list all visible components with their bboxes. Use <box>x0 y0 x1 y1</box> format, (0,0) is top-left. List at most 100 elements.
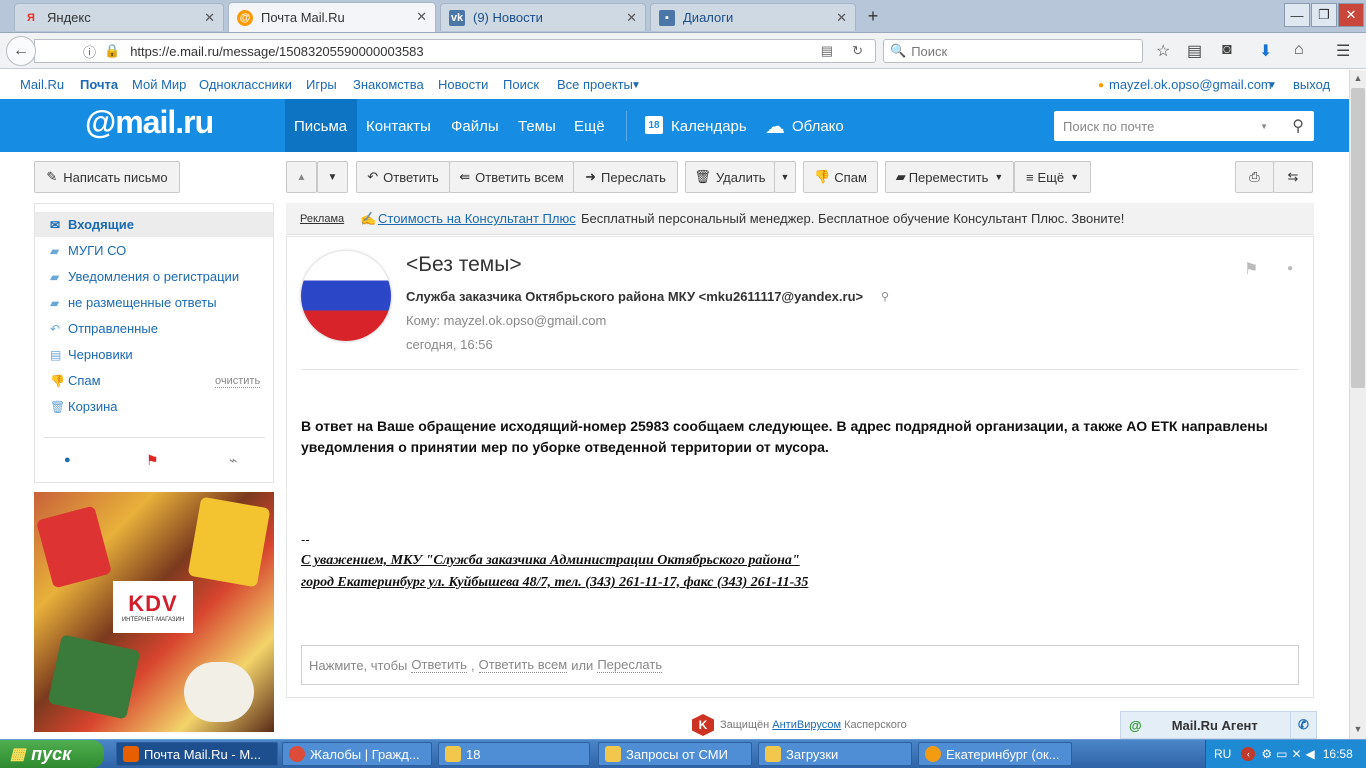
search-icon[interactable]: ⚲ <box>1292 116 1304 136</box>
home-icon[interactable]: ⌂ <box>1294 41 1304 59</box>
ad-label[interactable]: Реклама <box>300 213 344 225</box>
user-email[interactable]: mayzel.ok.opso@gmail.com <box>1109 77 1272 92</box>
close-icon[interactable]: ✕ <box>626 10 637 26</box>
pocket-icon[interactable]: ◙ <box>1222 41 1232 59</box>
spam-clear-link[interactable]: очистить <box>215 375 261 388</box>
back-button[interactable]: ← <box>6 36 36 66</box>
delete-button[interactable]: 🗑 Удалить <box>685 161 775 193</box>
nav-themes[interactable]: Темы <box>518 118 556 135</box>
taskbar-item-downloads[interactable]: Загрузки <box>758 742 912 766</box>
chevron-down-icon[interactable]: ▼ <box>1260 122 1268 131</box>
quick-forward-link[interactable]: Переслать <box>597 657 663 673</box>
window-close-button[interactable]: ✕ <box>1338 3 1364 27</box>
maximize-button[interactable]: ❐ <box>1311 3 1337 27</box>
tab-mailru[interactable]: @ Почта Mail.Ru ✕ <box>228 2 436 32</box>
more-button[interactable]: ≡ Ещё ▼ <box>1014 161 1091 193</box>
unread-filter-icon[interactable]: ● <box>64 454 71 466</box>
link-games[interactable]: Игры <box>306 77 337 92</box>
layout-button[interactable]: ⇆ <box>1273 161 1313 193</box>
reply-button[interactable]: ↶ Ответить <box>356 161 450 193</box>
reply-all-button[interactable]: ⇚ Ответить всем <box>449 161 574 193</box>
close-icon[interactable]: ✕ <box>836 10 847 26</box>
folder-spam[interactable]: 👎 Спам <box>50 373 101 388</box>
network-icon[interactable]: ⚙ <box>1261 747 1272 761</box>
flag-filter-icon[interactable]: ⚑ <box>146 452 159 469</box>
bookmark-icon[interactable]: ⚑ <box>1244 259 1258 279</box>
new-tab-button[interactable]: + <box>862 6 884 26</box>
language-indicator[interactable]: RU <box>1214 747 1231 761</box>
nav-files[interactable]: Файлы <box>451 118 499 135</box>
info-icon[interactable]: ⓘ <box>83 42 96 61</box>
quick-reply-box[interactable]: Нажмите, чтобы Ответить, Ответить всем и… <box>301 645 1299 685</box>
quick-reply-link[interactable]: Ответить <box>411 657 467 673</box>
url-text[interactable]: https://e.mail.ru/message/15083205590000… <box>130 44 423 59</box>
reader-icon[interactable]: ▤ <box>821 43 833 59</box>
tab-yandex[interactable]: Я Яндекс ✕ <box>14 3 224 31</box>
scroll-thumb[interactable] <box>1351 88 1365 388</box>
nav-contacts[interactable]: Контакты <box>366 118 431 135</box>
taskbar-item-mail[interactable]: Почта Mail.Ru - M... <box>116 742 278 766</box>
tray-arrow-icon[interactable]: ‹ <box>1241 747 1256 761</box>
move-button[interactable]: ▰ Переместить ▼ <box>885 161 1014 193</box>
folder-inbox[interactable]: ✉ Входящие <box>50 217 134 232</box>
prev-message-button[interactable]: ▲ <box>286 161 317 193</box>
link-mailru[interactable]: Mail.Ru <box>20 77 64 92</box>
menu-icon[interactable]: ☰ <box>1336 41 1350 61</box>
compose-button[interactable]: ✎ Написать письмо <box>34 161 180 193</box>
url-bar[interactable]: ⓘ 🔒 https://e.mail.ru/message/1508320559… <box>34 39 876 63</box>
folder-sent[interactable]: ↶ Отправленные <box>50 321 158 336</box>
link-pochta[interactable]: Почта <box>80 77 118 92</box>
link-all-projects[interactable]: Все проекты <box>557 77 633 92</box>
close-icon[interactable]: ✕ <box>416 9 427 25</box>
mail-agent-bar[interactable]: @ Mail.Ru Агент ✆ <box>1120 711 1317 739</box>
next-message-button[interactable]: ▼ <box>317 161 348 193</box>
close-icon[interactable]: ✕ <box>204 10 215 26</box>
link-odnoklassniki[interactable]: Одноклассники <box>199 77 292 92</box>
forward-button[interactable]: ➜ Переслать <box>573 161 678 193</box>
link-dating[interactable]: Знакомства <box>353 77 424 92</box>
mail-search-input[interactable]: Поиск по почте ▼ ⚲ <box>1054 111 1314 141</box>
attachment-filter-icon[interactable]: ⌁ <box>229 452 237 469</box>
antivirus-link[interactable]: АнтиВирусом <box>772 719 841 731</box>
folder-registration[interactable]: ▰ Уведомления о регистрации <box>50 269 239 284</box>
mailru-logo[interactable]: @mail.ru <box>85 104 214 141</box>
link-search[interactable]: Поиск <box>503 77 539 92</box>
spam-button[interactable]: 👎 Спам <box>803 161 878 193</box>
link-moy-mir[interactable]: Мой Мир <box>132 77 186 92</box>
nav-cloud[interactable]: Облако <box>792 118 844 135</box>
nav-letters[interactable]: Письма <box>294 118 347 135</box>
folder-trash[interactable]: 🗑 Корзина <box>50 399 118 414</box>
download-icon[interactable]: ⬇ <box>1259 41 1272 61</box>
taskbar-item-complaints[interactable]: Жалобы | Гражд... <box>282 742 432 766</box>
tab-vk-news[interactable]: vk (9) Новости ✕ <box>440 3 646 31</box>
phone-icon[interactable]: ✆ <box>1290 712 1316 738</box>
magnifier-icon[interactable]: ⚲ <box>881 290 889 303</box>
folder-drafts[interactable]: ▤ Черновики <box>50 347 133 362</box>
taskbar-item-smi[interactable]: Запросы от СМИ <box>598 742 752 766</box>
page-scrollbar[interactable]: ▲ ▼ <box>1349 70 1366 739</box>
minimize-button[interactable]: — <box>1284 3 1310 27</box>
clock[interactable]: 16:58 <box>1323 747 1353 761</box>
browser-search-input[interactable]: 🔍 Поиск <box>883 39 1143 63</box>
ad-link[interactable]: Стоимость на Консультант Плюс <box>378 211 576 226</box>
folder-unplaced[interactable]: ▰ не размещенные ответы <box>50 295 217 310</box>
tab-dialogs[interactable]: ▪ Диалоги ✕ <box>650 3 856 31</box>
print-button[interactable]: ⎙ <box>1235 161 1274 193</box>
delete-dropdown[interactable]: ▼ <box>774 161 796 193</box>
taskbar-item-folder-18[interactable]: 18 <box>438 742 590 766</box>
folder-mugi-so[interactable]: ▰ МУГИ СО <box>50 243 126 258</box>
nav-calendar[interactable]: Календарь <box>671 118 747 135</box>
reload-icon[interactable]: ↻ <box>852 43 863 59</box>
logout-link[interactable]: выход <box>1293 77 1330 92</box>
kdv-ad-banner[interactable]: KDV ИНТЕРНЕТ-МАГАЗИН <box>34 492 274 732</box>
taskbar-item-ekb[interactable]: Екатеринбург (ок... <box>918 742 1072 766</box>
read-status-dot[interactable]: ● <box>1287 263 1293 274</box>
display-icon[interactable]: ▭ <box>1276 747 1287 761</box>
start-button[interactable]: ▦ пуск <box>0 740 104 768</box>
reading-list-icon[interactable]: ▤ <box>1187 41 1202 61</box>
volume-icon[interactable]: ◀ <box>1306 747 1315 761</box>
star-icon[interactable]: ☆ <box>1156 41 1170 61</box>
close-tray-icon[interactable]: ✕ <box>1291 747 1301 761</box>
quick-reply-all-link[interactable]: Ответить всем <box>478 657 568 673</box>
scroll-up-icon[interactable]: ▲ <box>1350 70 1366 86</box>
